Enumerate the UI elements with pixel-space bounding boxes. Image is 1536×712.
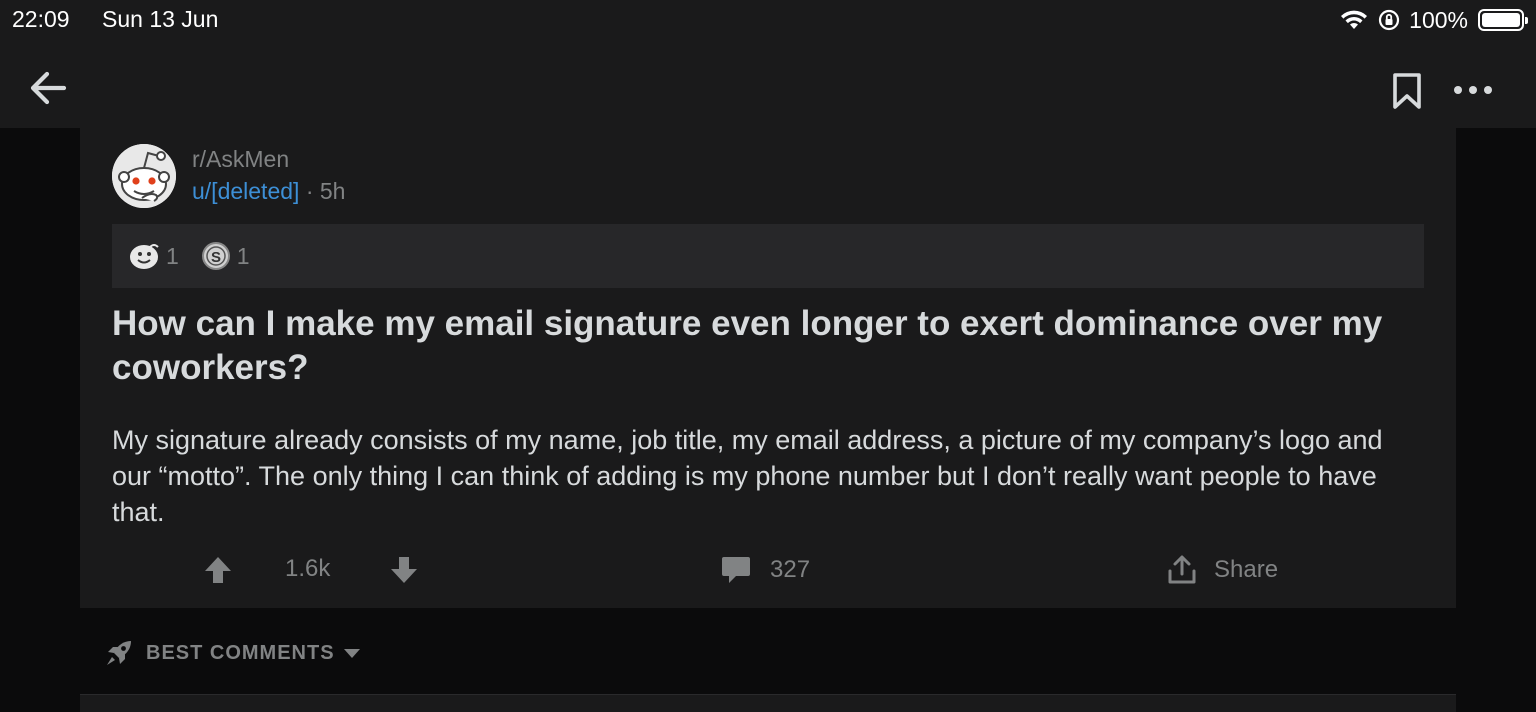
snoo-avatar-icon [112,144,176,208]
upvote-arrow-icon [205,557,231,583]
vote-score: 1.6k [285,555,331,582]
wholesome-award-icon [130,244,159,269]
post-meta: u/[deleted] · 5h [192,178,345,205]
rocket-icon [107,641,131,665]
awards-bar[interactable]: 1 S 1 [112,224,1424,288]
subreddit-name[interactable]: r/AskMen [192,146,289,173]
award-count: 1 [166,242,179,269]
save-post-button[interactable] [1390,72,1424,110]
post-body: My signature already consists of my name… [112,425,1383,527]
status-bar: 22:09 Sun 13 Jun 100% [0,0,1536,44]
svg-text:S: S [211,249,221,266]
subreddit-avatar[interactable] [112,144,176,208]
more-horizontal-icon [1454,86,1492,94]
arrow-left-icon [30,71,67,105]
battery-icon [1478,9,1528,31]
comments-button[interactable]: 327 [720,552,810,588]
caret-down-icon [343,649,360,658]
status-date: Sun 13 Jun [102,6,219,32]
share-button[interactable]: Share [1166,552,1278,588]
award-count: 1 [236,242,250,269]
bookmark-icon [1393,73,1421,109]
comment-sort-label: BEST COMMENTS [146,641,335,664]
status-time: 22:09 [12,6,70,32]
share-label: Share [1214,556,1279,583]
status-indicators: 100% [1339,6,1528,34]
silver-coin-award-icon: S [201,242,230,270]
more-options-button[interactable] [1452,78,1494,102]
downvote-button[interactable] [388,554,420,586]
share-upload-icon [1168,555,1196,584]
downvote-arrow-icon [391,557,417,583]
upvote-button[interactable] [202,554,234,586]
post-action-bar: 1.6k 327 Share [80,546,1456,596]
post-title: How can I make my email signature even l… [112,304,1383,387]
comments-section-top [80,694,1456,712]
author-link[interactable]: u/[deleted] [192,178,299,204]
battery-percent: 100% [1409,6,1468,33]
battery-level [1482,13,1520,27]
orientation-lock-icon [1379,9,1400,31]
award-silver[interactable]: S 1 [201,241,250,271]
comment-count: 327 [770,556,811,583]
comment-bubble-icon [722,557,750,583]
award-wholesome[interactable]: 1 [128,241,179,271]
post-card: r/AskMen u/[deleted] · 5h 1 S 1 How can … [80,128,1456,608]
wifi-icon [1341,10,1368,29]
meta-separator: · [305,178,314,204]
post-toolbar [0,44,1536,128]
back-button[interactable] [26,68,70,108]
post-age: 5h [319,178,346,204]
comment-sort-button[interactable]: BEST COMMENTS [104,636,361,670]
